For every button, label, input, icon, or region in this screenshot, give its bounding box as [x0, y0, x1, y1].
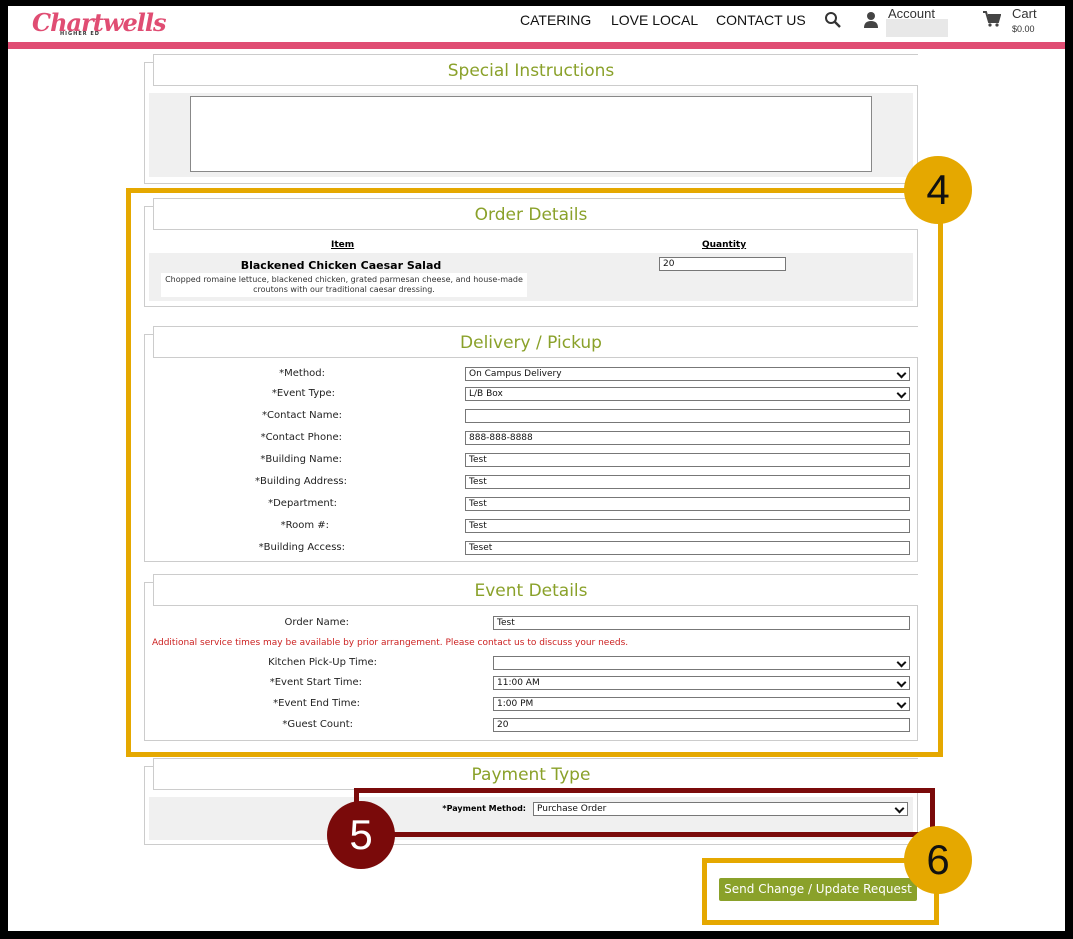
account-name-placeholder — [886, 19, 948, 37]
callout-box-5 — [354, 788, 935, 837]
page: Chartwells HIGHER ED CATERING LOVE LOCAL… — [8, 6, 1065, 931]
top-nav-bar: Chartwells HIGHER ED CATERING LOVE LOCAL… — [8, 6, 1065, 42]
nav-love-local[interactable]: LOVE LOCAL — [611, 12, 698, 28]
special-instructions-panel: Special Instructions — [144, 54, 918, 184]
nav-contact-us[interactable]: CONTACT US — [716, 12, 806, 28]
header-accent-bar — [8, 42, 1065, 49]
callout-badge-6: 6 — [904, 826, 972, 894]
special-instructions-textarea[interactable] — [190, 96, 872, 172]
account-icon[interactable] — [863, 11, 879, 29]
callout-box-6 — [702, 858, 939, 925]
logo-subtitle: HIGHER ED — [60, 31, 100, 37]
nav-catering[interactable]: CATERING — [520, 12, 591, 28]
cart-total: $0.00 — [1012, 24, 1035, 34]
search-icon[interactable] — [824, 11, 842, 29]
cart-icon[interactable] — [983, 11, 1001, 27]
cart-label[interactable]: Cart — [1012, 6, 1037, 21]
payment-type-title: Payment Type — [471, 765, 591, 785]
callout-badge-5: 5 — [327, 801, 395, 869]
callout-badge-4: 4 — [904, 156, 972, 224]
callout-box-4 — [126, 188, 943, 757]
special-instructions-title: Special Instructions — [447, 61, 615, 81]
